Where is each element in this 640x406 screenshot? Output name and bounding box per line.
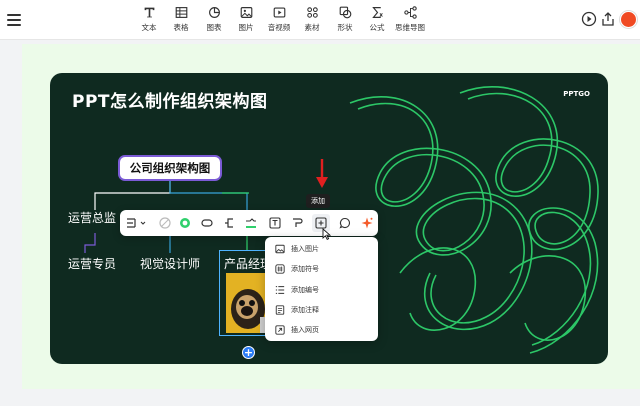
menu-add-symbol[interactable]: 添加符号 (265, 259, 378, 279)
layout-icon (127, 218, 146, 228)
fill-color-button[interactable] (178, 216, 192, 230)
menu-icon[interactable] (6, 12, 22, 28)
node-floating-toolbar (120, 210, 378, 236)
org-node-ops-specialist[interactable]: 运营专员 (68, 255, 116, 272)
image-icon (240, 7, 252, 18)
menu-add-note[interactable]: 添加注释 (265, 300, 378, 320)
border-shape-icon (201, 219, 213, 227)
hash-icon (275, 264, 285, 274)
text-style-icon (269, 217, 281, 229)
org-root-node[interactable]: 公司组织架构图 (118, 155, 222, 181)
top-toolbar: 文本 表格 图表 图片 音视频 素材 形状 公式 思维导图 (0, 0, 640, 40)
tooltip-add: 添加 (306, 194, 330, 208)
media-icon (273, 7, 285, 18)
mindmap-icon (403, 6, 417, 19)
format-brush-icon (293, 218, 303, 227)
line-color-button[interactable] (244, 216, 258, 230)
mouse-cursor (322, 228, 331, 240)
add-slide-button[interactable]: + (242, 346, 255, 359)
note-icon (275, 305, 285, 315)
comment-icon (339, 217, 350, 229)
menu-insert-image[interactable]: 插入图片 (265, 239, 378, 259)
line-color-icon (246, 218, 256, 228)
chart-icon (208, 7, 220, 18)
layout-button[interactable] (126, 216, 148, 230)
web-page-icon (275, 325, 285, 335)
add-dropdown-menu: 插入图片 添加符号 添加编号 添加注释 插入网页 (265, 237, 378, 341)
avatar[interactable] (620, 11, 637, 28)
formula-icon (371, 7, 383, 18)
connector-icon (225, 218, 233, 228)
share-icon[interactable] (600, 11, 616, 27)
disabled-color-button[interactable] (158, 216, 172, 230)
ai-sparkle-icon (361, 217, 373, 229)
text-style-button[interactable] (268, 216, 282, 230)
ai-sparkle-button[interactable] (360, 216, 374, 230)
border-shape-button[interactable] (200, 216, 214, 230)
play-icon[interactable] (581, 11, 597, 27)
org-node-ops-director[interactable]: 运营总监 (68, 209, 116, 226)
connector-button[interactable] (222, 216, 236, 230)
format-brush-button[interactable] (290, 216, 304, 230)
text-icon (144, 7, 154, 18)
table-icon (175, 7, 187, 18)
menu-add-number[interactable]: 添加编号 (265, 280, 378, 300)
menu-insert-webpage[interactable]: 插入网页 (265, 320, 378, 340)
toolbar-mindmap[interactable]: 思维导图 (390, 6, 430, 36)
shape-icon (339, 6, 351, 19)
list-number-icon (275, 286, 285, 294)
fill-color-icon (180, 218, 190, 228)
comment-button[interactable] (338, 216, 352, 230)
org-node-visual-designer[interactable]: 视觉设计师 (140, 255, 200, 272)
red-arrow-annotation (316, 159, 328, 188)
material-icon (306, 7, 318, 18)
image-icon (275, 244, 285, 254)
disabled-color-icon (159, 217, 171, 229)
